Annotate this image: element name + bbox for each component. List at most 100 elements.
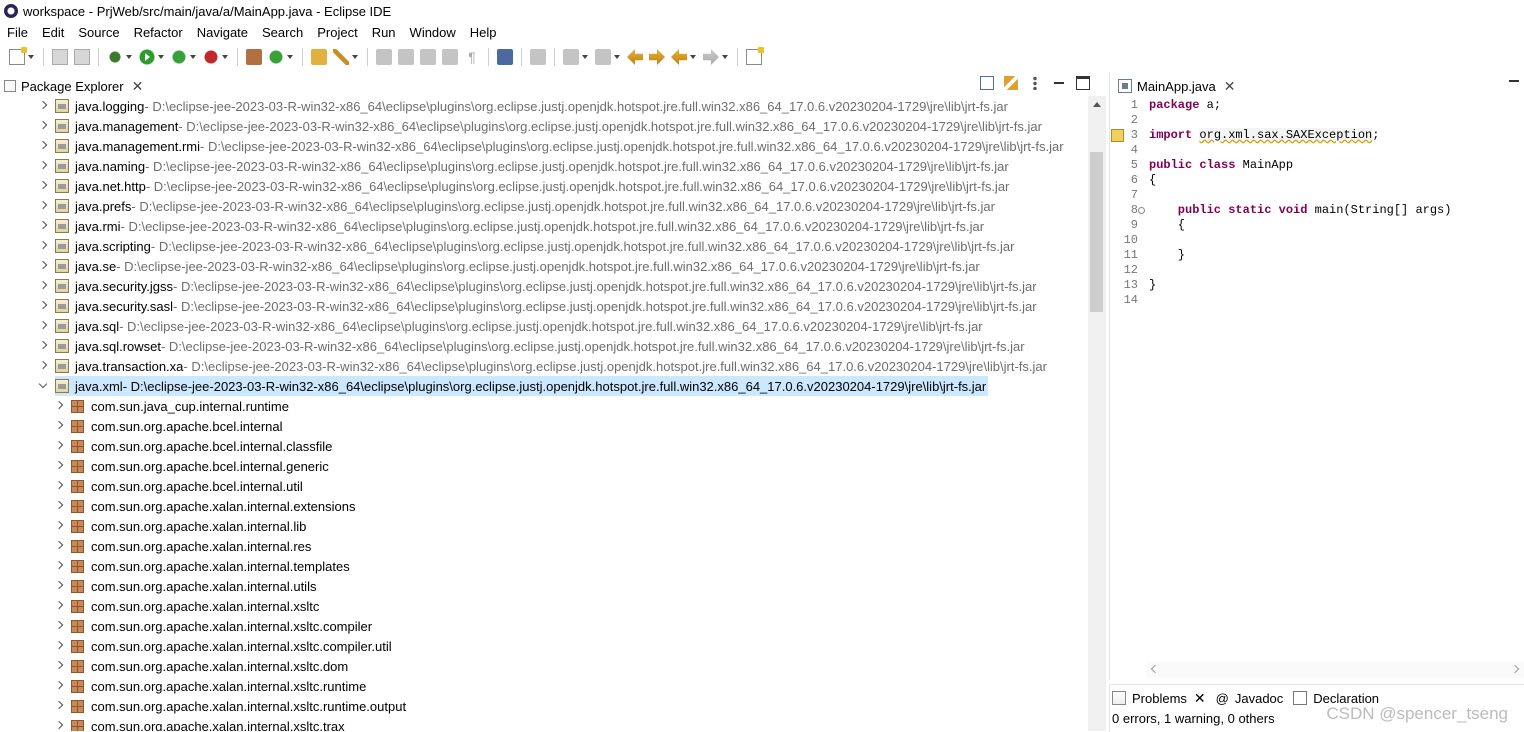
tree-item-library[interactable]: java.se - D:\eclipse-jee-2023-03-R-win32…	[38, 256, 982, 276]
scroll-left-icon[interactable]	[1150, 664, 1160, 674]
next-annotation-dropdown-icon[interactable]	[582, 49, 589, 65]
chevron-down-icon[interactable]	[38, 381, 48, 391]
menu-source[interactable]: Source	[71, 25, 126, 40]
tree-item-library[interactable]: java.xml - D:\eclipse-jee-2023-03-R-win3…	[38, 376, 989, 396]
menu-edit[interactable]: Edit	[35, 25, 71, 40]
tree-item-library[interactable]: java.management - D:\eclipse-jee-2023-03…	[38, 116, 1044, 136]
chevron-right-icon[interactable]	[54, 441, 64, 451]
tree-item-library[interactable]: java.transaction.xa - D:\eclipse-jee-202…	[38, 356, 1049, 376]
external-tools-icon[interactable]	[203, 49, 219, 65]
chevron-right-icon[interactable]	[38, 181, 48, 191]
tree-item-content[interactable]: java.sql.rowset - D:\eclipse-jee-2023-03…	[55, 336, 1027, 356]
scroll-right-icon[interactable]	[1510, 664, 1520, 674]
menu-project[interactable]: Project	[310, 25, 364, 40]
tree-item-library[interactable]: java.management.rmi - D:\eclipse-jee-202…	[38, 136, 1066, 156]
tree-item-package[interactable]: com.sun.org.apache.xalan.internal.res	[54, 536, 311, 556]
chevron-right-icon[interactable]	[54, 641, 64, 651]
menu-window[interactable]: Window	[403, 25, 463, 40]
debug-icon[interactable]	[107, 49, 123, 65]
chevron-right-icon[interactable]	[54, 401, 64, 411]
tree-item-package[interactable]: com.sun.org.apache.bcel.internal.util	[54, 476, 303, 496]
chevron-right-icon[interactable]	[38, 321, 48, 331]
console-icon[interactable]	[497, 49, 513, 65]
menu-search[interactable]: Search	[255, 25, 310, 40]
chevron-right-icon[interactable]	[38, 161, 48, 171]
menu-file[interactable]: File	[0, 25, 35, 40]
tree-item-package[interactable]: com.sun.org.apache.xalan.internal.xsltc.…	[54, 656, 348, 676]
tree-item-content[interactable]: java.security.jgss - D:\eclipse-jee-2023…	[55, 276, 1039, 296]
warning-marker-icon[interactable]	[1111, 129, 1124, 142]
save-all-icon[interactable]	[74, 49, 90, 65]
new-icon[interactable]	[9, 47, 27, 65]
minimize-icon[interactable]	[1052, 76, 1066, 90]
tree-item-package[interactable]: com.sun.org.apache.xalan.internal.xsltc.…	[54, 636, 392, 656]
pin-editor-icon[interactable]	[649, 49, 665, 65]
external-tools-dropdown-icon[interactable]	[222, 49, 229, 65]
skip-breakpoints-icon[interactable]	[530, 49, 546, 65]
chevron-right-icon[interactable]	[54, 681, 64, 691]
vertical-scrollbar[interactable]	[1088, 96, 1106, 731]
search-icon[interactable]	[333, 49, 349, 65]
open-perspective-icon[interactable]	[746, 47, 764, 65]
new-java-package-icon[interactable]	[246, 49, 262, 65]
tree-item-library[interactable]: java.security.jgss - D:\eclipse-jee-2023…	[38, 276, 1039, 296]
chevron-right-icon[interactable]	[54, 541, 64, 551]
coverage-icon[interactable]	[171, 49, 187, 65]
chevron-right-icon[interactable]	[38, 221, 48, 231]
tree-item-library[interactable]: java.logging - D:\eclipse-jee-2023-03-R-…	[38, 96, 1010, 116]
back-icon[interactable]	[671, 49, 687, 65]
fold-toggle-icon[interactable]	[1138, 207, 1145, 214]
chevron-right-icon[interactable]	[54, 481, 64, 491]
tree-item-package[interactable]: com.sun.java_cup.internal.runtime	[54, 396, 289, 416]
tree-item-package[interactable]: com.sun.org.apache.xalan.internal.extens…	[54, 496, 356, 516]
chevron-right-icon[interactable]	[54, 581, 64, 591]
run-dropdown-icon[interactable]	[158, 49, 165, 65]
tree-item-package[interactable]: com.sun.org.apache.xalan.internal.xsltc.…	[54, 616, 372, 636]
tree-item-content[interactable]: java.xml - D:\eclipse-jee-2023-03-R-win3…	[55, 376, 989, 396]
menu-run[interactable]: Run	[365, 25, 403, 40]
coverage-dropdown-icon[interactable]	[190, 49, 197, 65]
chevron-right-icon[interactable]	[54, 421, 64, 431]
tree-item-library[interactable]: java.net.http - D:\eclipse-jee-2023-03-R…	[38, 176, 1011, 196]
tree-item-content[interactable]: java.logging - D:\eclipse-jee-2023-03-R-…	[55, 96, 1010, 116]
close-icon[interactable]: ✕	[132, 78, 144, 95]
tree-item-content[interactable]: java.management - D:\eclipse-jee-2023-03…	[55, 116, 1044, 136]
previous-annotation-dropdown-icon[interactable]	[614, 49, 621, 65]
new-java-class-icon[interactable]	[268, 49, 284, 65]
tree-item-content[interactable]: java.scripting - D:\eclipse-jee-2023-03-…	[55, 236, 1016, 256]
link-with-editor-icon[interactable]	[1004, 76, 1018, 90]
horizontal-scrollbar[interactable]	[1146, 662, 1524, 678]
tab-mainapp-java[interactable]: MainApp.java ✕	[1110, 74, 1236, 98]
tree-item-library[interactable]: java.rmi - D:\eclipse-jee-2023-03-R-win3…	[38, 216, 986, 236]
tree-item-package[interactable]: com.sun.org.apache.xalan.internal.templa…	[54, 556, 350, 576]
chevron-right-icon[interactable]	[54, 621, 64, 631]
chevron-right-icon[interactable]	[54, 601, 64, 611]
view-menu-icon[interactable]	[1028, 76, 1042, 90]
tree-item-library[interactable]: java.sql - D:\eclipse-jee-2023-03-R-win3…	[38, 316, 985, 336]
new-dropdown-icon[interactable]	[28, 49, 35, 65]
tree-item-library[interactable]: java.security.sasl - D:\eclipse-jee-2023…	[38, 296, 1039, 316]
code-area[interactable]: package a; import org.xml.sax.SAXExceptio…	[1149, 96, 1521, 676]
run-icon[interactable]	[139, 49, 155, 65]
tab-problems[interactable]: Problems ✕	[1112, 690, 1206, 707]
tree-item-library[interactable]: java.sql.rowset - D:\eclipse-jee-2023-03…	[38, 336, 1027, 356]
debug-dropdown-icon[interactable]	[126, 49, 133, 65]
toggle-breadcrumb-icon[interactable]	[442, 49, 458, 65]
forward-dropdown-icon[interactable]	[722, 49, 729, 65]
menu-help[interactable]: Help	[463, 25, 504, 40]
toggle-mark-occurrences-icon[interactable]	[376, 49, 392, 65]
scrollbar-thumb[interactable]	[1090, 152, 1103, 312]
tree-item-package[interactable]: com.sun.org.apache.xalan.internal.xsltc.…	[54, 676, 366, 696]
tree-item-package[interactable]: com.sun.org.apache.xalan.internal.xsltc.…	[54, 716, 345, 731]
package-tree[interactable]: java.logging - D:\eclipse-jee-2023-03-R-…	[0, 96, 1088, 731]
unused-import-warning[interactable]: org.xml.sax.SAXException	[1199, 128, 1373, 142]
chevron-right-icon[interactable]	[54, 461, 64, 471]
tree-item-package[interactable]: com.sun.org.apache.xalan.internal.xsltc.…	[54, 696, 406, 716]
forward-icon[interactable]	[703, 49, 719, 65]
tree-item-library[interactable]: java.scripting - D:\eclipse-jee-2023-03-…	[38, 236, 1016, 256]
tree-item-package[interactable]: com.sun.org.apache.bcel.internal	[54, 416, 283, 436]
chevron-right-icon[interactable]	[38, 361, 48, 371]
tree-item-content[interactable]: java.security.sasl - D:\eclipse-jee-2023…	[55, 296, 1039, 316]
chevron-right-icon[interactable]	[38, 261, 48, 271]
tree-item-content[interactable]: java.management.rmi - D:\eclipse-jee-202…	[55, 136, 1066, 156]
